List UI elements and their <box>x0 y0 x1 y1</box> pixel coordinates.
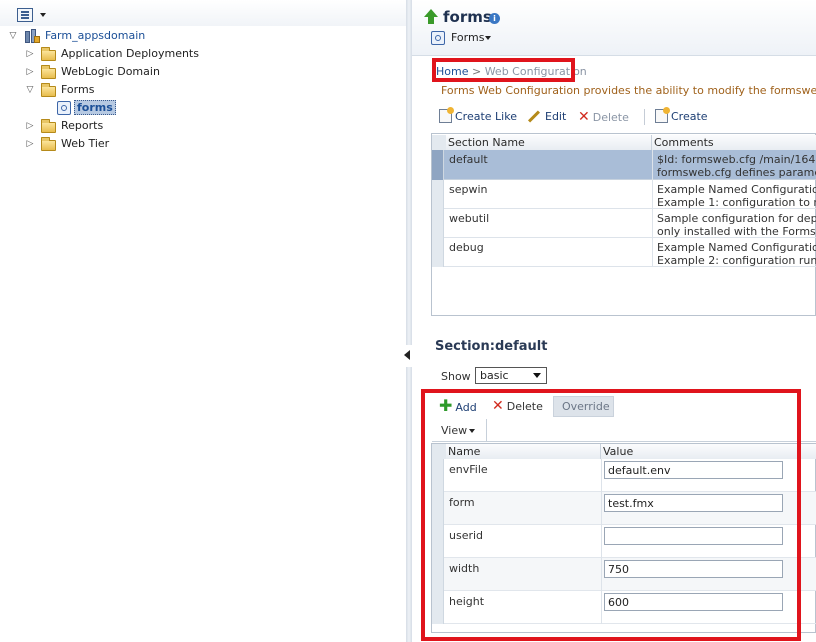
show-select-value: basic <box>480 369 509 382</box>
collapse-triangle-icon[interactable]: ▽ <box>8 31 18 41</box>
tree-label[interactable]: Web Tier <box>61 135 109 153</box>
tree-label[interactable]: Forms <box>61 81 94 99</box>
column-header-section-name[interactable]: Section Name <box>446 135 652 150</box>
forms-menu-label[interactable]: Forms <box>451 31 484 44</box>
folder-icon <box>41 137 56 151</box>
highlight-box-parameters <box>421 389 801 641</box>
table-cell: Example 2: configuration running <box>657 254 816 267</box>
table-cell: Example Named Configuration Se <box>657 183 816 196</box>
tree-label[interactable]: Application Deployments <box>61 45 199 63</box>
section-title: Section:default <box>435 339 548 354</box>
expand-triangle-icon[interactable]: ▷ <box>25 121 35 131</box>
create-like-icon <box>439 107 454 123</box>
page-title: forms <box>443 8 492 26</box>
show-select[interactable]: basic <box>475 367 547 384</box>
toolbar-divider <box>644 109 645 125</box>
create-like-button[interactable]: Create Like <box>439 107 517 127</box>
table-cell: webutil <box>449 212 490 225</box>
tree-label-selected[interactable]: forms <box>74 100 116 115</box>
up-arrow-icon[interactable] <box>423 9 439 25</box>
navigator-toolbar <box>0 0 406 26</box>
row-header[interactable] <box>432 209 444 238</box>
page-description: Forms Web Configuration provides the abi… <box>441 84 816 97</box>
highlight-box-breadcrumb <box>432 58 575 82</box>
create-button[interactable]: Create <box>655 107 708 127</box>
table-cell: only installed with the Forms Build <box>657 225 816 238</box>
chevron-down-icon[interactable] <box>40 13 46 17</box>
show-label: Show <box>441 370 471 383</box>
row-header[interactable] <box>432 150 444 180</box>
collapse-left-icon[interactable] <box>404 350 410 360</box>
column-divider <box>652 150 653 267</box>
info-icon[interactable]: i <box>489 13 500 24</box>
tree-label[interactable]: Reports <box>61 117 103 135</box>
pencil-icon <box>527 109 541 123</box>
farm-icon <box>24 28 40 44</box>
row-header[interactable] <box>432 180 444 209</box>
delete-x-icon: ✕ <box>578 109 590 125</box>
table-cell: $Id: formsweb.cfg /main/164 201 <box>657 153 816 166</box>
list-menu-icon[interactable] <box>17 8 33 22</box>
table-cell: debug <box>449 241 484 254</box>
table-cell: sepwin <box>449 183 488 196</box>
row-header[interactable] <box>432 238 444 267</box>
folder-icon <box>41 65 56 79</box>
expand-triangle-icon[interactable]: ▷ <box>25 139 35 149</box>
chevron-down-icon[interactable] <box>485 36 491 40</box>
create-icon <box>655 107 670 123</box>
table-cell: Example Named Configuration Se <box>657 241 816 254</box>
forms-menu-icon[interactable] <box>431 31 445 45</box>
tree-label[interactable]: Farm_appsdomain <box>45 27 145 45</box>
table-cell: Example 1: configuration to run fo <box>657 196 816 209</box>
expand-triangle-icon[interactable]: ▷ <box>25 49 35 59</box>
table-cell: default <box>449 153 488 166</box>
tree-label[interactable]: WebLogic Domain <box>61 63 160 81</box>
navigator-pane: ▽ Farm_appsdomain ▷ Application Deployme… <box>0 0 406 642</box>
header-corner <box>432 135 446 150</box>
forms-target-icon <box>57 101 71 115</box>
table-cell: formsweb.cfg defines parameter <box>657 166 816 179</box>
folder-icon <box>41 47 56 61</box>
delete-button[interactable]: ✕ Delete <box>578 107 629 127</box>
folder-icon <box>41 83 56 97</box>
table-cell: Sample configuration for deployin <box>657 212 816 225</box>
folder-icon <box>41 119 56 133</box>
expand-triangle-icon[interactable]: ▷ <box>25 67 35 77</box>
collapse-triangle-icon[interactable]: ▽ <box>25 85 35 95</box>
pane-splitter[interactable] <box>406 0 412 642</box>
dropdown-arrow-icon <box>533 373 541 378</box>
edit-button[interactable]: Edit <box>527 107 566 127</box>
column-header-comments[interactable]: Comments <box>652 135 816 150</box>
